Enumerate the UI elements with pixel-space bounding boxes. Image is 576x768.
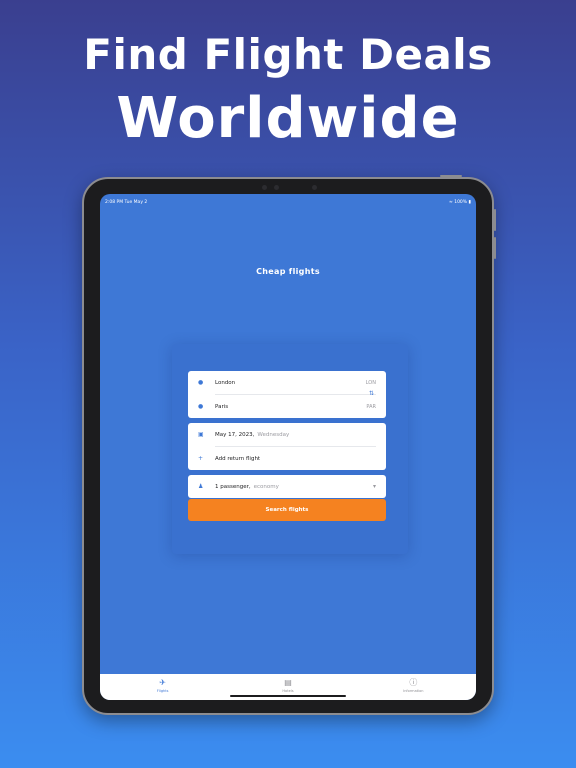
passengers-card[interactable]: ♟ 1 passenger, economy ▾ [188, 475, 386, 498]
swap-icon[interactable]: ⇅ [369, 390, 374, 397]
tab-information[interactable]: ⓘ Information [373, 678, 453, 693]
passenger-count: 1 passenger, [215, 483, 251, 490]
origin-field[interactable]: ● London LON [188, 371, 386, 394]
battery-icon: ▮ [468, 199, 471, 205]
wifi-icon: ≈ [448, 199, 453, 205]
tab-label: Hotels [282, 689, 294, 693]
tab-label: Flights [156, 689, 169, 693]
status-bar: 2:08 PM Tue May 2 ≈ 100% ▮ [105, 197, 471, 207]
battery-level: 100% [454, 199, 468, 205]
origin-city: London [215, 379, 236, 386]
status-right: ≈ 100% ▮ [449, 200, 471, 205]
departure-date-field[interactable]: ▣ May 17, 2023, Wednesday [188, 423, 386, 446]
airplane-icon: ✈ [159, 678, 166, 687]
dates-card: ▣ May 17, 2023, Wednesday + Add return fl… [188, 423, 386, 470]
people-icon: ♟ [198, 483, 204, 490]
volume-down-button [494, 237, 496, 259]
sensor-icon [274, 185, 279, 190]
promo-headline-line1: Find Flight Deals [83, 30, 493, 79]
app-screen: 2:08 PM Tue May 2 ≈ 100% ▮ Cheap flights… [100, 194, 476, 700]
tab-hotels[interactable]: ▤ Hotels [248, 678, 328, 693]
cabin-class: economy [253, 483, 279, 490]
volume-up-button [494, 209, 496, 231]
home-indicator[interactable] [230, 695, 346, 697]
departure-weekday: Wednesday [257, 431, 290, 438]
tablet-device-frame: 2:08 PM Tue May 2 ≈ 100% ▮ Cheap flights… [82, 175, 496, 715]
promo-headline-line2: Worldwide [116, 86, 460, 151]
info-icon: ⓘ [409, 678, 418, 687]
tab-flights[interactable]: ✈ Flights [123, 678, 203, 693]
chevron-down-icon: ▾ [372, 483, 376, 490]
destination-city: Paris [215, 403, 229, 410]
passengers-field[interactable]: ♟ 1 passenger, economy ▾ [188, 475, 386, 498]
sensor-icon [312, 185, 317, 190]
departure-date: May 17, 2023, [215, 431, 255, 438]
tab-label: Information [403, 689, 424, 693]
search-flights-button[interactable]: Search flights [188, 499, 386, 521]
tab-bar: ✈ Flights ▤ Hotels ⓘ Information [100, 674, 476, 700]
bed-icon: ▤ [284, 678, 292, 687]
calendar-icon: ▣ [198, 431, 204, 438]
route-card: ● London LON ● Paris PAR ⇅ [188, 371, 386, 418]
status-time: 2:08 PM Tue May 2 [105, 199, 148, 205]
add-return-button[interactable]: + Add return flight [188, 447, 386, 470]
destination-code: PAR [366, 403, 376, 410]
camera-icon [262, 185, 267, 190]
plus-icon: + [198, 455, 204, 462]
destination-field[interactable]: ● Paris PAR [188, 395, 386, 418]
add-return-label: Add return flight [215, 455, 261, 462]
origin-code: LON [365, 379, 376, 386]
location-pin-icon: ● [198, 379, 204, 386]
page-title: Cheap flights [256, 267, 320, 276]
power-button [440, 175, 462, 177]
location-pin-icon: ● [198, 403, 204, 410]
